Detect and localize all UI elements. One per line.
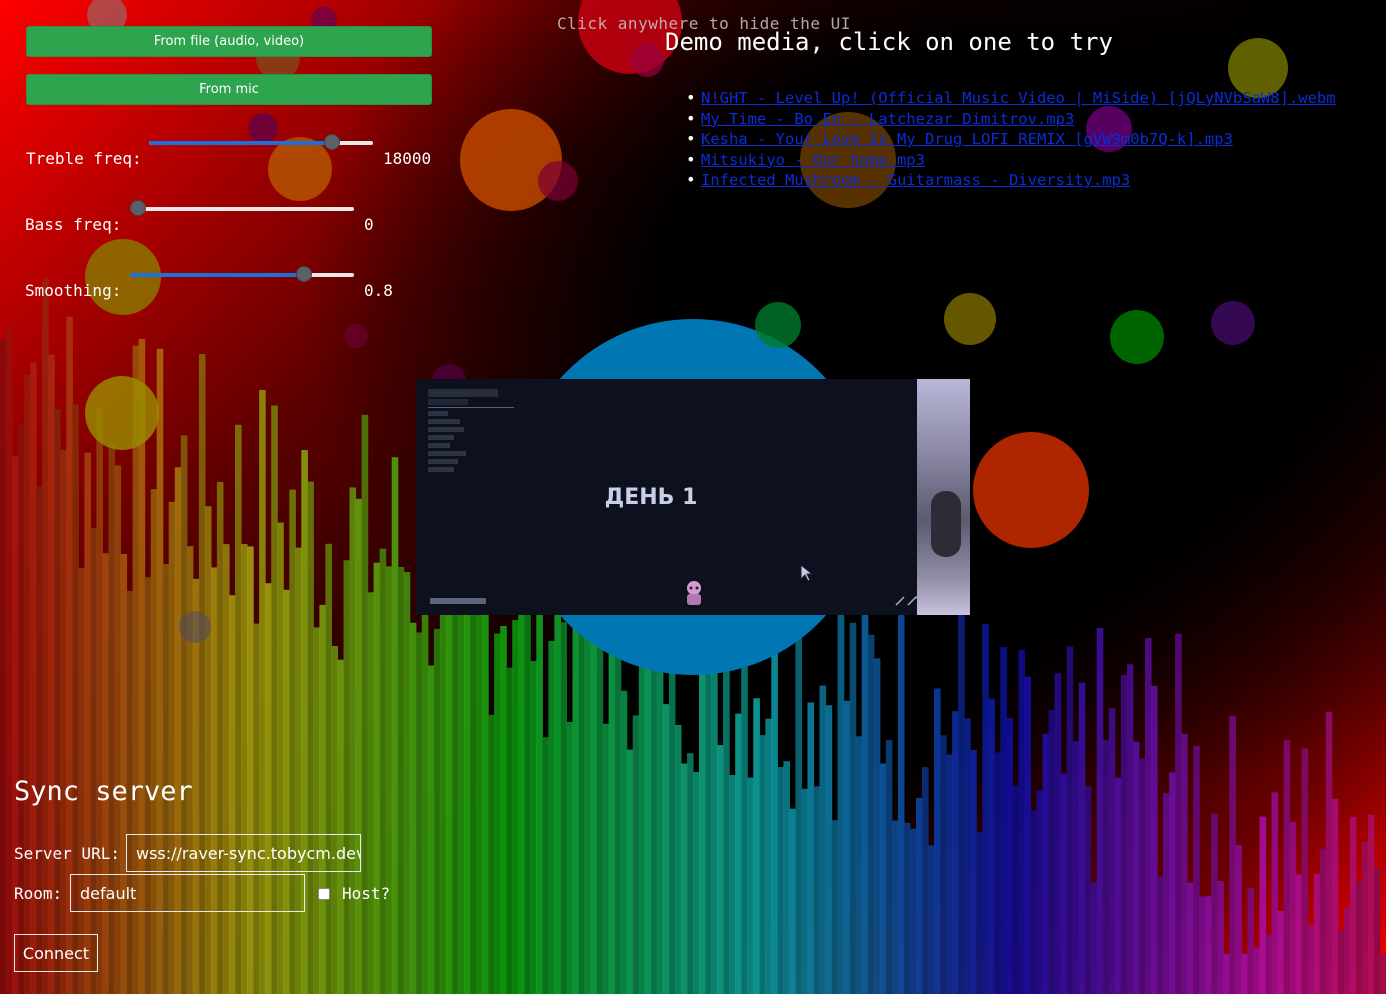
treble-slider-thumb[interactable] <box>324 134 340 150</box>
bubble <box>973 432 1089 548</box>
smoothing-label: Smoothing: <box>25 281 122 300</box>
demo-media-link[interactable]: My Time - Bo En - Latchezar Dimitrov.mp3 <box>701 110 1074 128</box>
bass-label: Bass freq: <box>25 215 122 234</box>
demo-media-link[interactable]: Infected Mushroom - Guitarmass - Diversi… <box>701 171 1130 189</box>
bubble <box>1211 301 1255 345</box>
video-terminal-overlay <box>428 389 516 472</box>
bubble <box>85 239 161 315</box>
bass-value: 0 <box>364 215 374 234</box>
from-file-button[interactable]: From file (audio, video) <box>26 26 432 57</box>
smoothing-slider[interactable] <box>130 266 354 282</box>
bubble <box>630 43 664 77</box>
demo-media-link[interactable]: Kesha - Your Love Is My Drug LOFI REMIX … <box>701 130 1233 148</box>
bubble <box>1110 310 1164 364</box>
bubble <box>344 324 368 348</box>
list-item: My Time - Bo En - Latchezar Dimitrov.mp3 <box>686 109 1336 130</box>
video-side-panel <box>917 379 970 615</box>
video-player[interactable]: ДЕНЬ 1 <box>416 379 970 615</box>
room-label: Room: <box>14 884 63 903</box>
list-item: N!GHT - Level Up! (Official Music Video … <box>686 88 1336 109</box>
host-checkbox[interactable] <box>318 888 330 900</box>
video-side-object <box>931 491 961 557</box>
bubble <box>179 611 211 643</box>
demo-media-list: N!GHT - Level Up! (Official Music Video … <box>686 88 1336 191</box>
from-mic-button[interactable]: From mic <box>26 74 432 105</box>
video-frame-title: ДЕНЬ 1 <box>416 485 970 510</box>
character-icon <box>681 579 707 611</box>
host-label: Host? <box>342 884 391 903</box>
bubble <box>85 376 159 450</box>
sync-server-title: Sync server <box>14 776 193 807</box>
video-version-mark <box>430 596 490 609</box>
smoothing-value: 0.8 <box>364 281 393 300</box>
list-item: Kesha - Your Love Is My Drug LOFI REMIX … <box>686 129 1336 150</box>
list-item: Mitsukiyo - Our home.mp3 <box>686 150 1336 171</box>
bubble <box>268 137 332 201</box>
smoothing-slider-thumb[interactable] <box>296 266 312 282</box>
list-item: Infected Mushroom - Guitarmass - Diversi… <box>686 170 1336 191</box>
bass-slider-thumb[interactable] <box>130 200 146 216</box>
demo-media-title: Demo media, click on one to try <box>665 28 1113 56</box>
demo-media-link[interactable]: Mitsukiyo - Our home.mp3 <box>701 151 925 169</box>
bubble <box>248 113 278 143</box>
server-url-label: Server URL: <box>14 844 120 863</box>
demo-media-link[interactable]: N!GHT - Level Up! (Official Music Video … <box>701 89 1336 107</box>
treble-slider[interactable] <box>149 134 373 150</box>
server-url-input[interactable]: wss://raver-sync.tobycm.dev <box>126 834 361 872</box>
treble-value: 18000 <box>383 149 432 168</box>
bubble <box>944 293 996 345</box>
treble-slider-fill <box>149 141 332 145</box>
bubble <box>538 161 578 201</box>
bubble <box>755 302 801 348</box>
bass-slider[interactable] <box>130 200 354 216</box>
mouse-cursor-icon <box>800 564 814 582</box>
video-frame-title-text: ДЕНЬ 1 <box>604 485 698 510</box>
treble-label: Treble freq: <box>26 149 142 168</box>
smoothing-slider-fill <box>130 273 304 277</box>
connect-button[interactable]: Connect <box>14 934 98 972</box>
room-input[interactable]: default <box>70 874 305 912</box>
